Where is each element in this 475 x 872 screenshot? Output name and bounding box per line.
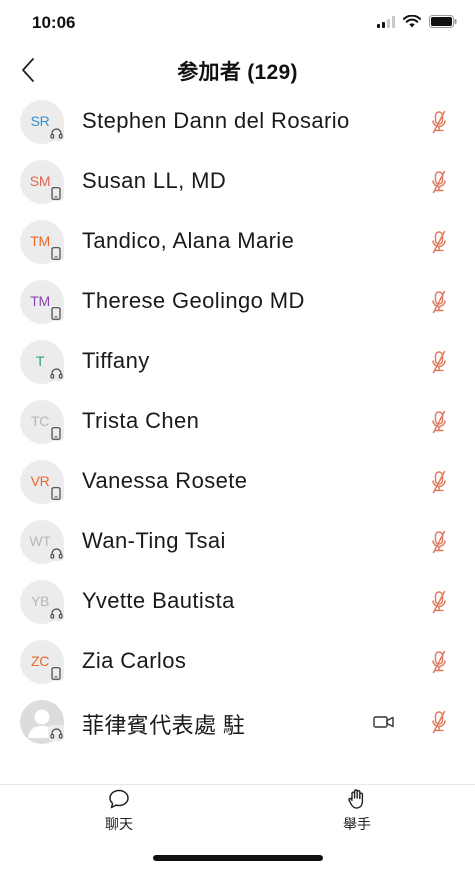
phone-icon — [51, 306, 61, 320]
battery-icon — [429, 15, 457, 28]
home-indicator — [153, 855, 323, 861]
participant-row[interactable]: VR Vanessa Rosete — [0, 452, 475, 512]
raise-hand-button[interactable]: 舉手 — [312, 785, 402, 837]
participant-row[interactable]: TM Therese Geolingo MD — [0, 272, 475, 332]
headset-icon — [49, 127, 63, 139]
mic-button[interactable] — [428, 169, 450, 195]
device-badge — [48, 485, 64, 501]
device-badge — [48, 305, 64, 321]
avatar-initials: TM — [30, 233, 50, 249]
participant-name: Yvette Bautista — [82, 588, 235, 613]
mic-button[interactable] — [428, 409, 450, 435]
mic-button[interactable] — [428, 349, 450, 375]
mic-button[interactable] — [428, 589, 450, 615]
device-badge — [48, 365, 64, 381]
phone-icon — [51, 246, 61, 260]
raise-hand-label: 舉手 — [343, 816, 371, 832]
page-title: 参加者 (129) — [177, 61, 298, 84]
device-badge — [48, 545, 64, 561]
avatar-initials: VR — [30, 473, 50, 489]
mic-muted-icon — [432, 350, 446, 374]
participant-name: Zia Carlos — [82, 648, 187, 673]
phone-icon — [51, 186, 61, 200]
phone-icon — [51, 666, 61, 680]
participant-name: Tiffany — [82, 348, 150, 373]
avatar-initials: T — [35, 353, 45, 369]
device-badge — [48, 605, 64, 621]
mic-button[interactable] — [428, 709, 450, 735]
wifi-icon — [403, 15, 421, 28]
device-badge — [48, 425, 64, 441]
mic-muted-icon — [432, 710, 446, 734]
mic-button[interactable] — [428, 649, 450, 675]
chat-label: 聊天 — [105, 816, 133, 832]
mic-button[interactable] — [428, 229, 450, 255]
nav-bar: 参加者 (129) — [0, 46, 475, 94]
participant-row[interactable]: YB Yvette Bautista — [0, 572, 475, 632]
participant-name: Tandico, Alana Marie — [82, 228, 295, 253]
mic-button[interactable] — [428, 469, 450, 495]
avatar-initials: TC — [30, 413, 50, 429]
mic-muted-icon — [432, 110, 446, 134]
avatar-initials: TM — [30, 293, 50, 309]
headset-icon — [49, 607, 63, 619]
status-time: 10:06 — [32, 13, 76, 32]
headset-icon — [49, 547, 63, 559]
device-badge — [48, 185, 64, 201]
mic-muted-icon — [432, 590, 446, 614]
participant-row[interactable]: TC Trista Chen — [0, 392, 475, 452]
participant-list[interactable]: SIscheherazade e. ibrahimSRStephen Dann … — [0, 64, 475, 784]
mic-button[interactable] — [428, 109, 450, 135]
device-badge — [48, 665, 64, 681]
mic-muted-icon — [432, 410, 446, 434]
status-icons — [377, 15, 457, 28]
raise-hand-icon — [348, 789, 364, 809]
cellular-signal-icon — [377, 15, 395, 28]
mic-button[interactable] — [428, 529, 450, 555]
avatar-initials: SM — [29, 173, 51, 189]
avatar-initials: SR — [30, 113, 50, 129]
video-button[interactable] — [372, 711, 396, 733]
participant-name: 菲律賓代表處 駐 — [82, 713, 246, 738]
participant-name: Vanessa Rosete — [82, 468, 248, 493]
participant-name: Susan LL, MD — [82, 168, 227, 193]
video-camera-icon — [373, 716, 394, 728]
chat-button[interactable]: 聊天 — [74, 785, 164, 837]
participant-row[interactable]: SR Stephen Dann del Rosario — [0, 92, 475, 152]
mic-button[interactable] — [428, 289, 450, 315]
phone-icon — [51, 486, 61, 500]
device-badge — [48, 725, 64, 741]
participant-name: Stephen Dann del Rosario — [82, 108, 350, 133]
mic-muted-icon — [432, 170, 446, 194]
participant-row[interactable]: T Tiffany — [0, 332, 475, 392]
headset-icon — [49, 367, 63, 379]
participant-name: Wan-Ting Tsai — [82, 528, 226, 553]
participant-row[interactable]: 菲律賓代表處 駐 — [0, 692, 475, 752]
device-badge — [48, 125, 64, 141]
avatar-initials: ZC — [30, 653, 50, 669]
avatar-initials: YB — [30, 593, 50, 609]
participant-row[interactable]: SM Susan LL, MD — [0, 152, 475, 212]
status-bar: 10:06 — [0, 0, 475, 46]
headset-icon — [49, 727, 63, 739]
participant-row[interactable]: WT Wan-Ting Tsai — [0, 512, 475, 572]
mic-muted-icon — [432, 650, 446, 674]
chat-bubble-icon — [109, 789, 129, 809]
mic-muted-icon — [432, 470, 446, 494]
mic-muted-icon — [432, 230, 446, 254]
mic-muted-icon — [432, 530, 446, 554]
mic-muted-icon — [432, 290, 446, 314]
device-badge — [48, 245, 64, 261]
participant-row[interactable]: ZC Zia Carlos — [0, 632, 475, 692]
participant-name: Therese Geolingo MD — [82, 288, 305, 313]
phone-icon — [51, 426, 61, 440]
participant-row[interactable]: TM Tandico, Alana Marie — [0, 212, 475, 272]
participant-name: Trista Chen — [82, 408, 200, 433]
